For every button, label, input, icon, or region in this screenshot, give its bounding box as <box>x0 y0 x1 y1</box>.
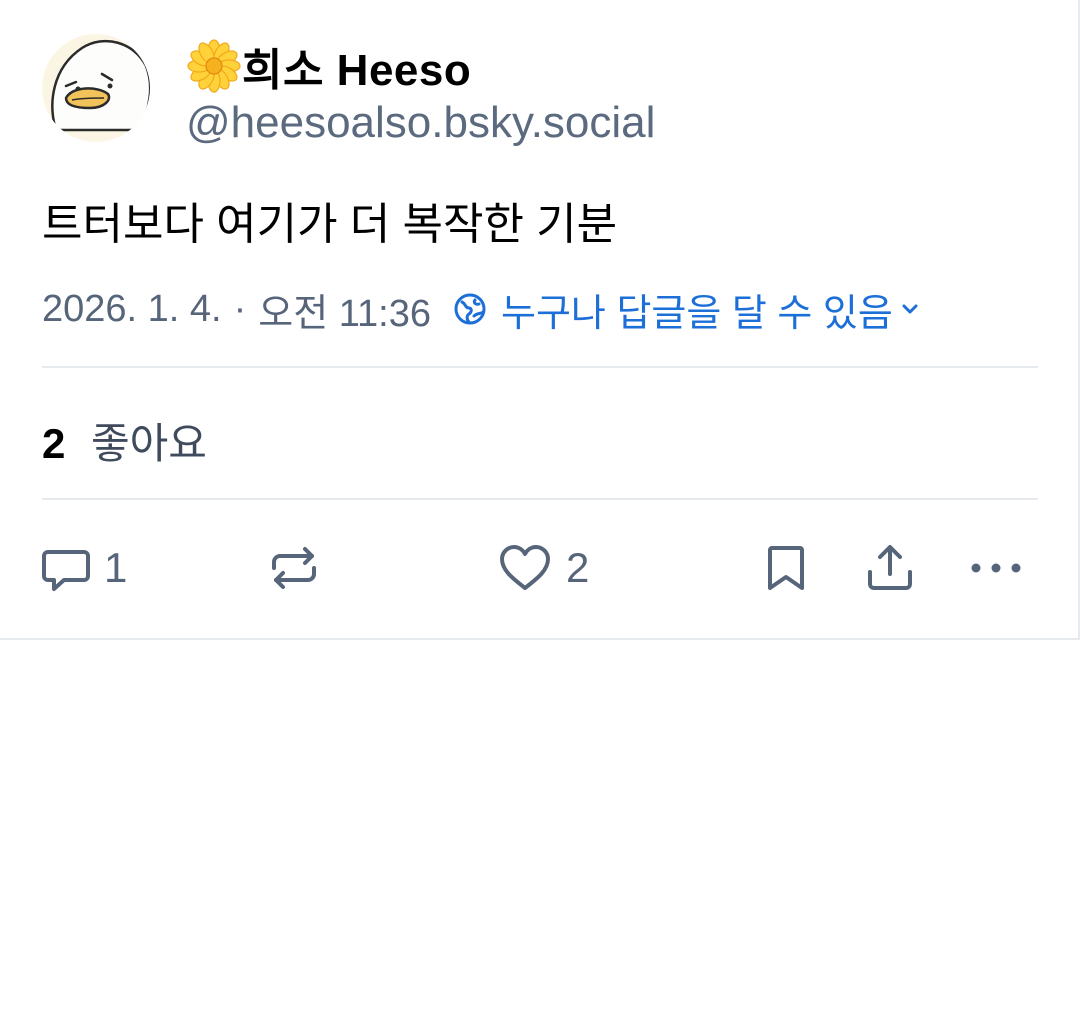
post-date: 2026. 1. 4. <box>42 287 222 330</box>
post-card: 희소 Heeso @heesoalso.bsky.social 트터보다 여기가… <box>0 0 1080 640</box>
meta-separator: · <box>233 287 247 330</box>
author-handle[interactable]: @heesoalso.bsky.social <box>186 98 655 148</box>
likes-summary[interactable]: 2 좋아요 <box>42 410 207 471</box>
repost-button[interactable] <box>268 540 320 596</box>
reply-button[interactable]: 1 <box>40 540 127 596</box>
display-name-text: 희소 Heeso <box>242 46 472 95</box>
post-text: 트터보다 여기가 더 복작한 기분 <box>42 200 618 249</box>
more-icon <box>971 563 1021 573</box>
like-count: 2 <box>566 544 590 591</box>
likes-count: 2 <box>42 420 66 467</box>
share-button[interactable] <box>864 540 916 596</box>
reply-count: 1 <box>104 544 128 591</box>
globe-icon <box>454 293 486 325</box>
repost-icon <box>272 547 316 589</box>
reply-setting-button[interactable]: 누구나 답글을 달 수 있음 <box>453 282 921 337</box>
more-button[interactable] <box>968 540 1024 596</box>
divider <box>42 498 1038 500</box>
like-button[interactable]: 2 <box>498 540 589 596</box>
duck-avatar-icon <box>51 39 150 132</box>
bookmark-icon <box>768 546 804 590</box>
bookmark-button[interactable] <box>762 540 810 596</box>
author-display-name[interactable]: 희소 Heeso <box>186 38 471 95</box>
reply-setting-label: 누구나 답글을 달 수 있음 <box>501 292 893 335</box>
heart-icon <box>500 545 550 590</box>
reply-icon <box>42 550 90 591</box>
divider <box>42 366 1038 368</box>
post-time: 오전 11:36 <box>258 292 432 335</box>
post-meta: 2026. 1. 4. · 오전 11:36 누구나 답글을 달 수 있음 <box>42 282 921 337</box>
chevron-down-icon <box>902 304 918 314</box>
author-avatar[interactable] <box>42 34 150 142</box>
share-icon <box>868 545 912 590</box>
likes-label: 좋아요 <box>91 420 207 467</box>
flower-emoji-icon <box>186 38 242 94</box>
